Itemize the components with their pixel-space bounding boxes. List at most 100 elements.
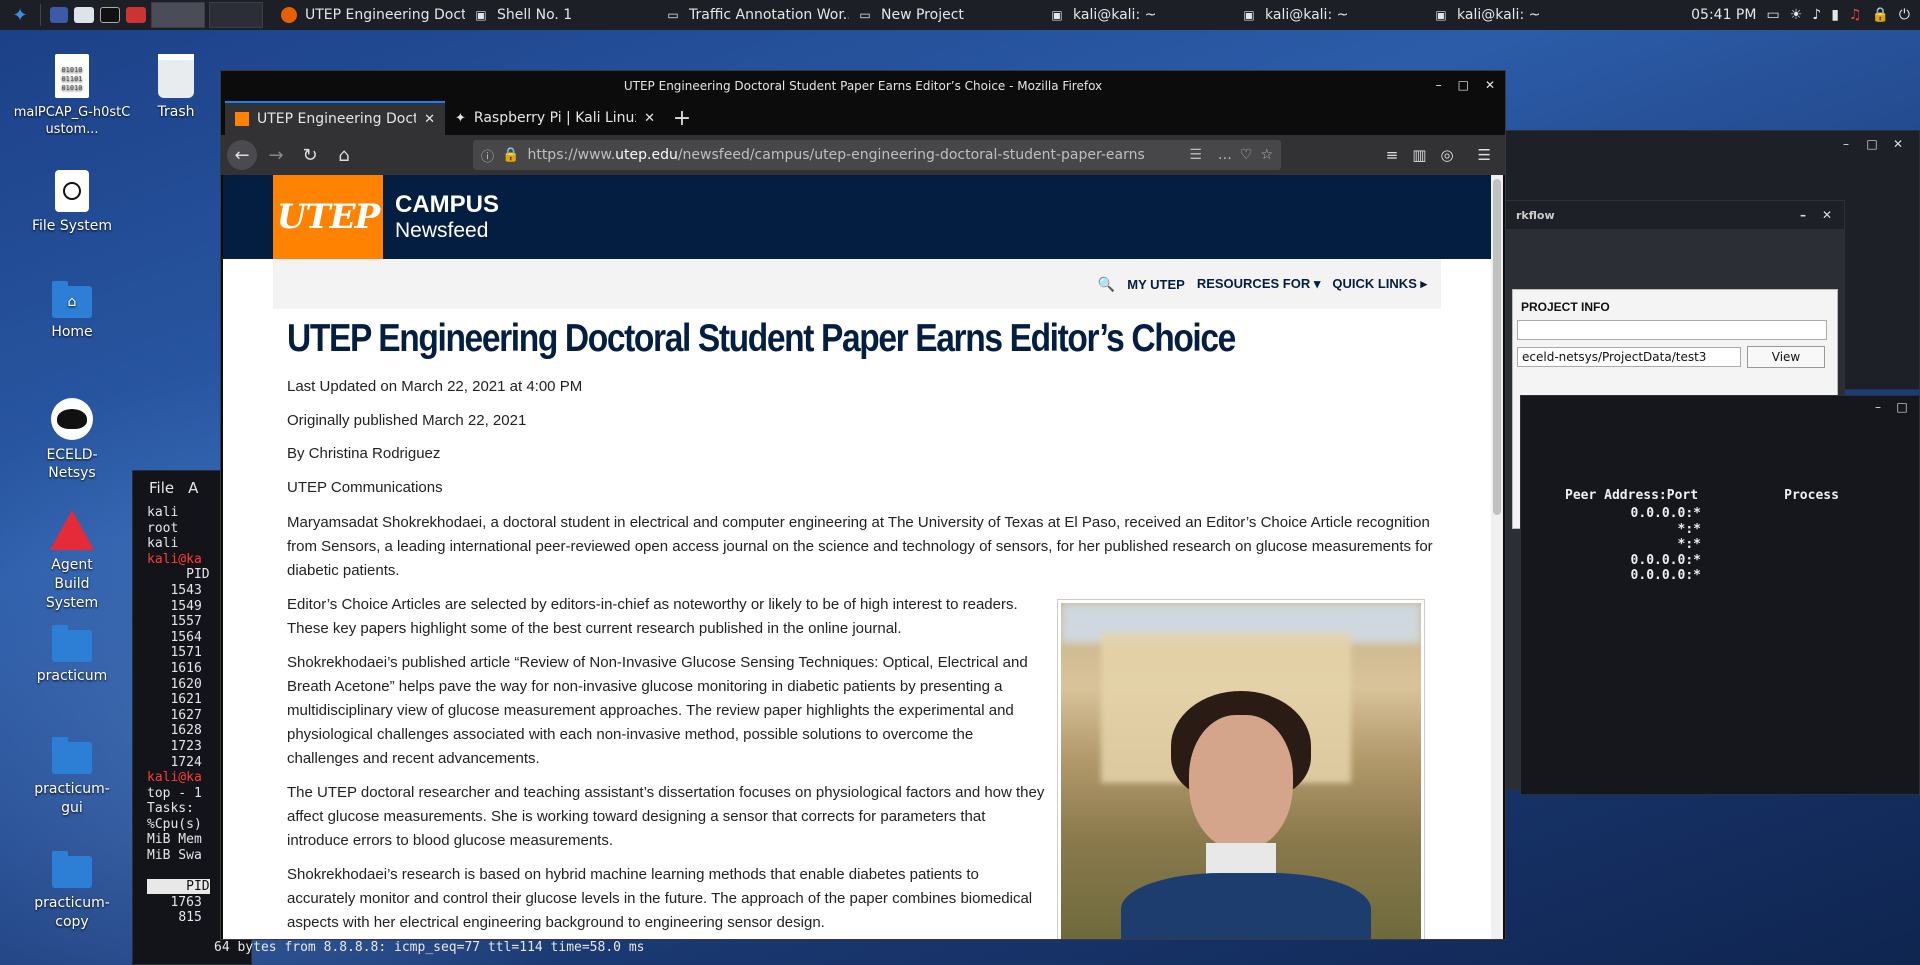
utep-logo[interactable]: UTEP bbox=[273, 175, 383, 259]
web-page: UTEP CAMPUS Newsfeed 🔍 MY UTEP RESOURCES… bbox=[223, 175, 1491, 939]
ping-output: 64 bytes from 8.8.8.8: icmp_seq=77 ttl=1… bbox=[214, 940, 645, 955]
sidebar-icon[interactable]: ▥ bbox=[1412, 146, 1426, 164]
workspace-1[interactable] bbox=[151, 2, 205, 28]
info-icon[interactable]: ⓘ bbox=[481, 146, 494, 165]
taskbar-task-traffic-annotation[interactable]: ▭ Traffic Annotation Wor... bbox=[657, 0, 849, 30]
notification-bell-icon[interactable]: ♪ bbox=[1812, 7, 1821, 23]
page-scrollbar[interactable] bbox=[1491, 175, 1503, 939]
taskbar-task-terminal-1[interactable]: ▣ kali@kali: ~ bbox=[1041, 0, 1233, 30]
folder-icon bbox=[12, 625, 132, 662]
library-icon[interactable]: ≡ bbox=[1386, 146, 1399, 164]
show-desktop-icon[interactable] bbox=[50, 7, 68, 23]
minimize-icon[interactable]: – bbox=[1436, 78, 1442, 92]
maximize-icon[interactable]: □ bbox=[1895, 400, 1909, 414]
desktop-icon-agent-build-system[interactable]: Agent Build System bbox=[12, 510, 132, 613]
trash-icon bbox=[116, 54, 236, 98]
forward-arrow-icon[interactable]: → bbox=[261, 140, 291, 170]
maximize-icon[interactable]: □ bbox=[1458, 78, 1469, 92]
campus-newsfeed-title[interactable]: CAMPUS Newsfeed bbox=[395, 191, 499, 243]
pocket-icon[interactable]: ♡ bbox=[1240, 147, 1253, 163]
home-icon[interactable]: ⌂ bbox=[329, 140, 359, 170]
nav-resources-for[interactable]: RESOURCES FOR ▾ bbox=[1197, 276, 1321, 292]
view-button[interactable]: View bbox=[1747, 346, 1825, 368]
netstat-header: Peer Address:Port Process bbox=[1565, 488, 1839, 503]
hamburger-menu-icon[interactable]: ☰ bbox=[1478, 146, 1491, 164]
agent-icon bbox=[12, 510, 132, 550]
file-manager-icon[interactable] bbox=[74, 7, 94, 23]
taskbar: ✦ UTEP Engineering Doct... ▣ Shell No. 1… bbox=[0, 0, 1920, 30]
desktop-icon-malpcap[interactable]: 01010 01101 01010 malPCAP_G-h0stCustom... bbox=[12, 54, 132, 138]
minimize-icon[interactable]: – bbox=[1839, 137, 1853, 151]
close-icon[interactable]: ✕ bbox=[1820, 208, 1834, 222]
power-icon[interactable]: ⏻ bbox=[1899, 7, 1910, 23]
desktop-icon-file-system[interactable]: File System bbox=[12, 170, 132, 234]
app-launcher-icon[interactable] bbox=[126, 7, 146, 23]
kali-menu-icon[interactable]: ✦ bbox=[9, 4, 31, 26]
desktop-icon-practicum-copy[interactable]: practicum-copy bbox=[12, 851, 132, 932]
close-icon[interactable]: ✕ bbox=[1485, 78, 1495, 92]
tab-raspberry-pi[interactable]: ✦ Raspberry Pi | Kali Linux D ✕ bbox=[445, 101, 665, 135]
account-icon[interactable]: ◎ bbox=[1440, 146, 1453, 164]
firefox-titlebar[interactable]: UTEP Engineering Doctoral Student Paper … bbox=[221, 71, 1505, 101]
desktop-icon-home[interactable]: ⌂ Home bbox=[12, 281, 132, 340]
desktop-icon-practicum-gui[interactable]: practicum-gui bbox=[12, 737, 132, 818]
reload-icon[interactable]: ↻ bbox=[295, 140, 325, 170]
netstat-terminal[interactable]: – □ Peer Address:Port Process 0.0.0.0:* … bbox=[1520, 395, 1920, 795]
taskbar-task-terminal-3[interactable]: ▣ kali@kali: ~ bbox=[1425, 0, 1575, 30]
spy-icon bbox=[12, 398, 132, 440]
desktop-icon-trash[interactable]: Trash bbox=[116, 54, 236, 120]
article-headline: UTEP Engineering Doctoral Student Paper … bbox=[287, 317, 1236, 360]
url-bar[interactable]: ⓘ 🔒 https://www.utep.edu/newsfeed/campus… bbox=[473, 140, 1281, 170]
terminal-icon: ▣ bbox=[1051, 8, 1063, 22]
taskbar-task-new-project[interactable]: ▭ New Project bbox=[849, 0, 1041, 30]
desktop-icon-practicum[interactable]: practicum bbox=[12, 625, 132, 684]
back-arrow-icon[interactable]: ← bbox=[227, 140, 257, 170]
article-paragraph: The UTEP doctoral researcher and teachin… bbox=[287, 784, 1045, 849]
tab-utep[interactable]: UTEP Engineering Doctor ✕ bbox=[225, 101, 445, 135]
project-info-heading: PROJECT INFO bbox=[1521, 300, 1610, 314]
search-icon[interactable]: 🔍 bbox=[1098, 276, 1115, 293]
display-icon[interactable]: ▭ bbox=[1766, 7, 1779, 23]
site-subnav: 🔍 MY UTEP RESOURCES FOR ▾ QUICK LINKS ▸ bbox=[273, 259, 1441, 309]
clock[interactable]: 05:41 PM bbox=[1691, 7, 1756, 23]
department: UTEP Communications bbox=[287, 478, 443, 496]
firefox-window[interactable]: UTEP Engineering Doctoral Student Paper … bbox=[220, 70, 1506, 940]
tab-close-icon[interactable]: ✕ bbox=[424, 112, 435, 127]
terminal-icon: ▣ bbox=[1243, 8, 1255, 22]
utep-favicon-icon bbox=[235, 112, 249, 126]
terminal-menu-actions[interactable]: A bbox=[188, 479, 198, 497]
nav-quick-links[interactable]: QUICK LINKS ▸ bbox=[1332, 276, 1427, 292]
project-path-input[interactable]: eceld-netsys/ProjectData/test3 bbox=[1517, 347, 1741, 367]
nav-my-utep[interactable]: MY UTEP bbox=[1127, 277, 1185, 292]
volume-icon[interactable]: ♫ bbox=[1849, 7, 1862, 23]
terminal-launcher-icon[interactable] bbox=[100, 7, 120, 23]
new-tab-button[interactable]: + bbox=[665, 101, 699, 135]
workspace-2[interactable] bbox=[209, 2, 263, 28]
lock-icon[interactable]: 🔒 bbox=[1871, 7, 1888, 23]
taskbar-task-shell[interactable]: ▣ Shell No. 1 bbox=[465, 0, 657, 30]
close-icon[interactable]: ✕ bbox=[1891, 137, 1905, 151]
last-updated: Last Updated on March 22, 2021 at 4:00 P… bbox=[287, 378, 583, 395]
desktop-icon-eceld-netsys[interactable]: ECELD-Netsys bbox=[12, 398, 132, 482]
scrollbar-thumb[interactable] bbox=[1493, 179, 1501, 515]
window-icon: ▭ bbox=[859, 8, 871, 22]
bookmark-star-icon[interactable]: ☆ bbox=[1260, 147, 1273, 163]
page-actions-icon[interactable]: … bbox=[1218, 147, 1232, 163]
navigation-toolbar: ← → ↻ ⌂ ⓘ 🔒 https://www.utep.edu/newsfee… bbox=[221, 135, 1505, 175]
terminal-menu-file[interactable]: File bbox=[149, 479, 174, 497]
maximize-icon[interactable]: □ bbox=[1865, 137, 1879, 151]
minimize-icon[interactable]: – bbox=[1796, 208, 1810, 222]
drive-icon bbox=[12, 170, 132, 212]
url-text[interactable]: https://www.utep.edu/newsfeed/campus/ute… bbox=[527, 147, 1181, 163]
taskbar-task-firefox[interactable]: UTEP Engineering Doct... bbox=[273, 0, 465, 30]
netstat-rows: 0.0.0.0:* *:* *:* 0.0.0.0:* 0.0.0.0:* bbox=[1630, 506, 1701, 584]
battery-icon[interactable]: ▮ bbox=[1831, 7, 1839, 23]
network-icon[interactable]: ☀ bbox=[1790, 7, 1803, 23]
minimize-icon[interactable]: – bbox=[1871, 400, 1885, 414]
padlock-icon[interactable]: 🔒 bbox=[502, 147, 519, 163]
tab-close-icon[interactable]: ✕ bbox=[644, 111, 655, 126]
taskbar-task-terminal-2[interactable]: ▣ kali@kali: ~ bbox=[1233, 0, 1425, 30]
tab-strip: UTEP Engineering Doctor ✕ ✦ Raspberry Pi… bbox=[221, 101, 1505, 135]
project-name-input[interactable] bbox=[1517, 320, 1827, 340]
reader-view-icon[interactable]: ☰ bbox=[1189, 147, 1202, 163]
